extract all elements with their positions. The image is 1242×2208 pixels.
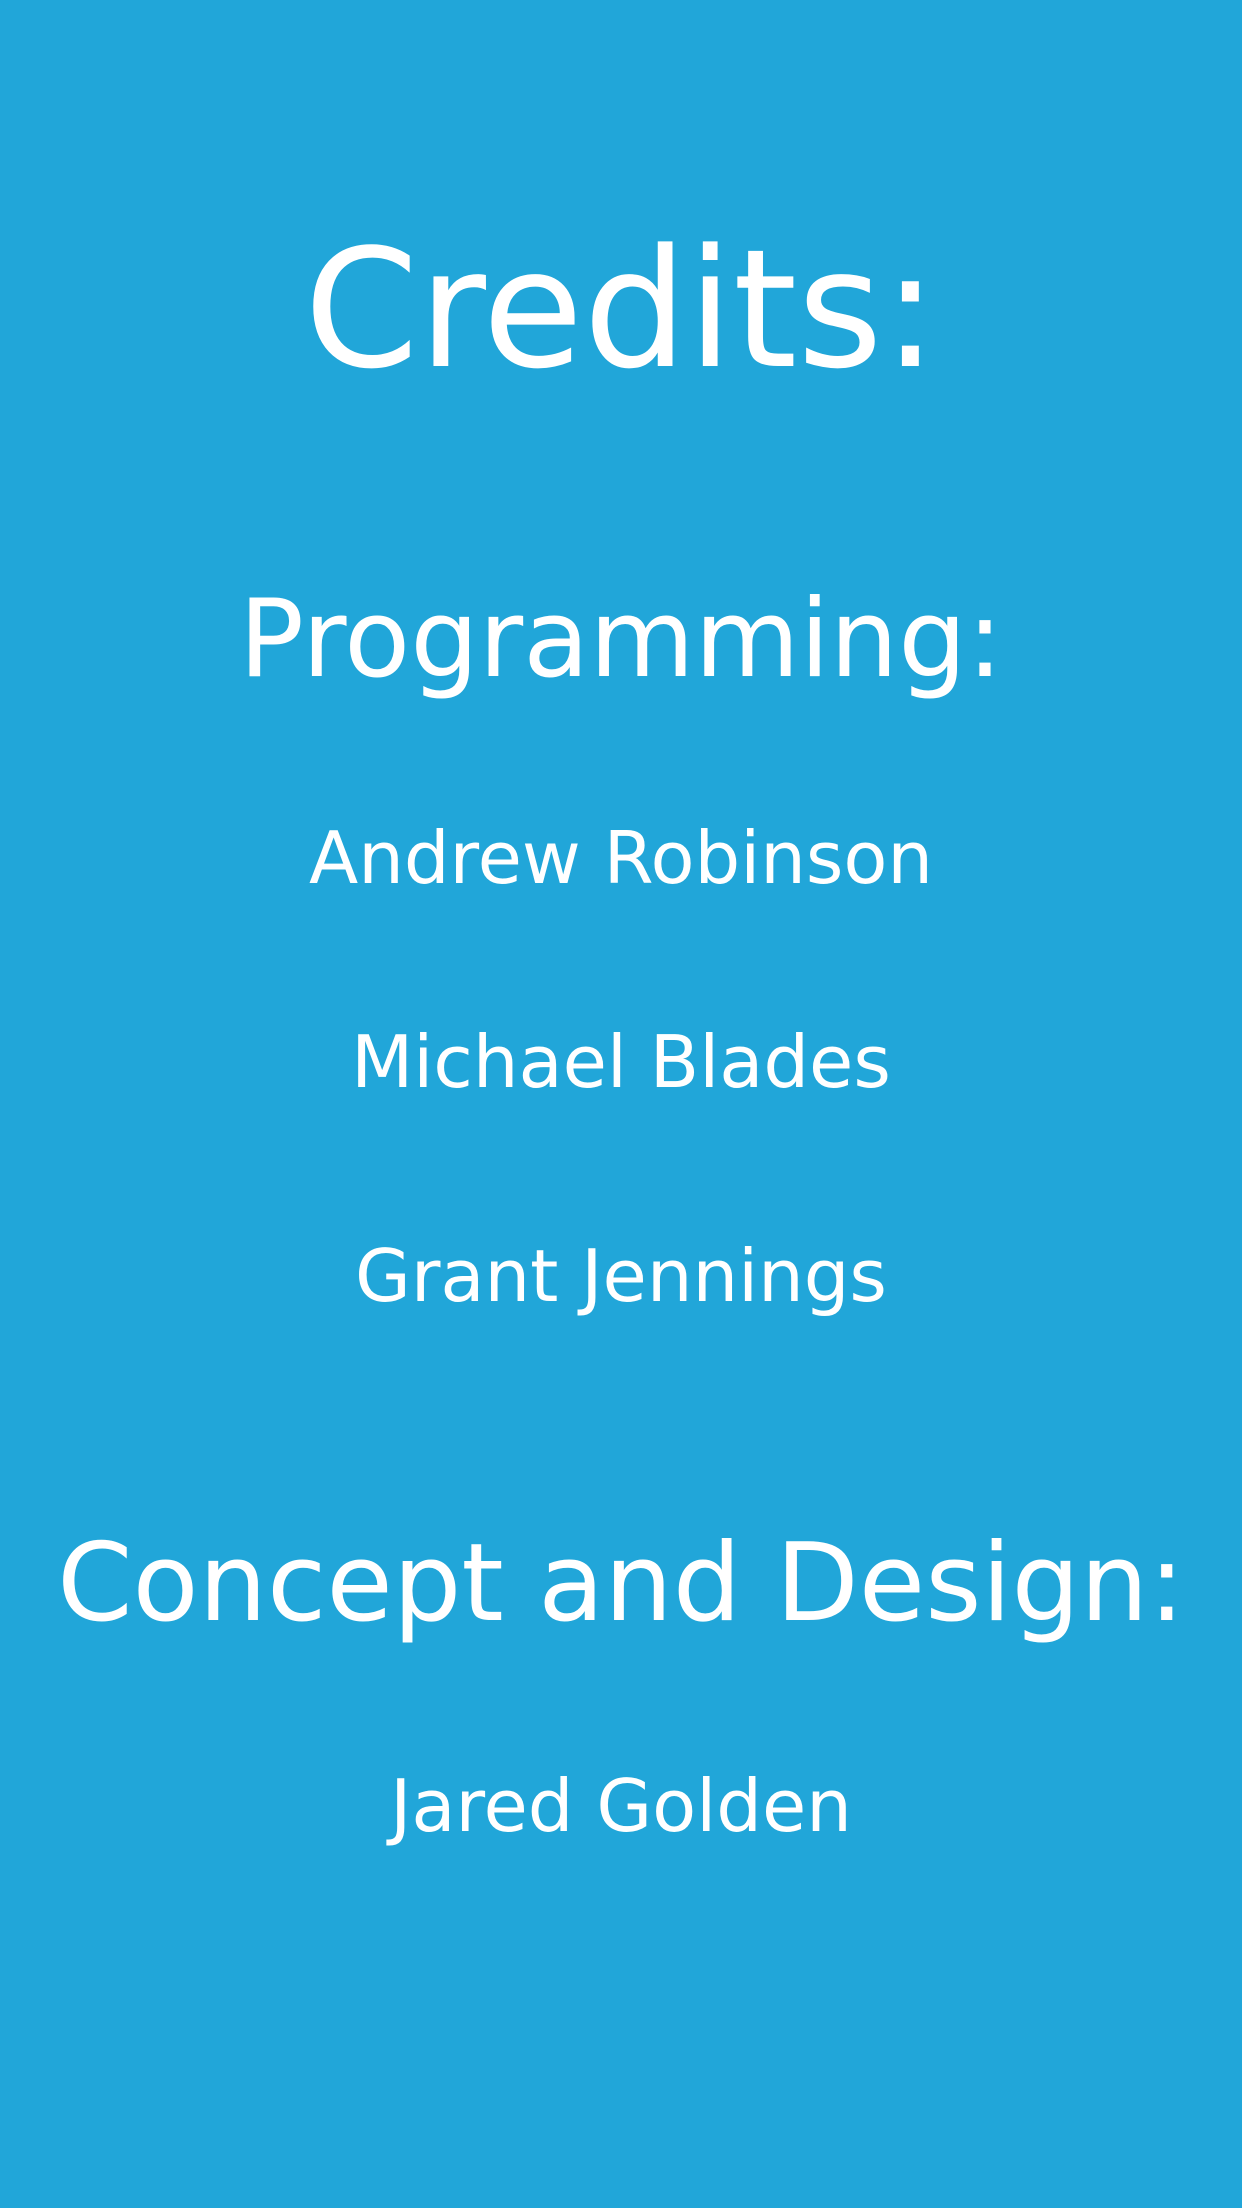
page-title: Credits: xyxy=(304,214,938,405)
section-heading-programming: Programming: xyxy=(238,577,1004,702)
credits-screen: Credits: Programming: Andrew Robinson Mi… xyxy=(0,0,1242,2208)
credit-name: Jared Golden xyxy=(390,1764,852,1848)
credit-name: Grant Jennings xyxy=(355,1234,887,1318)
section-heading-concept-design: Concept and Design: xyxy=(57,1521,1185,1646)
credit-name: Andrew Robinson xyxy=(308,816,934,900)
credit-name: Michael Blades xyxy=(351,1020,891,1104)
